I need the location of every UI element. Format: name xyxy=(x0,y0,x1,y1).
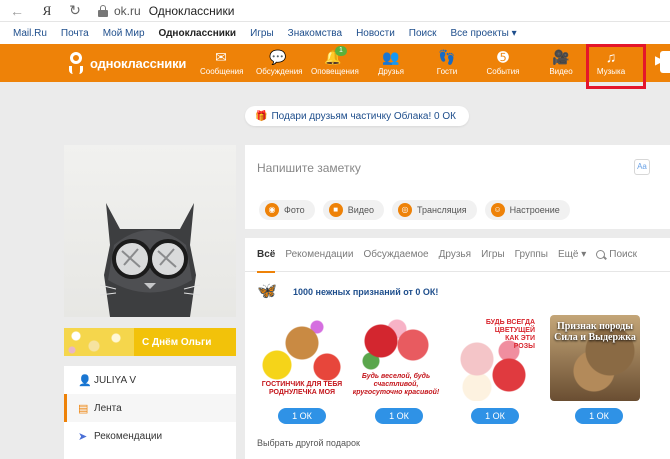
gift-card-flowers[interactable]: Будь веселой, будь счастливой, кругосуто… xyxy=(351,315,441,407)
feed-search[interactable]: Поиск xyxy=(596,249,637,260)
toolbar-video[interactable]: 🎥 Видео xyxy=(546,47,576,81)
gift-image: Будь веселой, будь счастливой, кругосуто… xyxy=(351,315,441,401)
photo-button[interactable]: ◉ Фото xyxy=(259,200,315,220)
camera-icon: ◉ xyxy=(265,203,279,217)
link-odnoklassniki[interactable]: Одноклассники xyxy=(159,28,237,39)
search-icon xyxy=(596,250,606,259)
tab-more[interactable]: Ещё ▾ xyxy=(558,249,586,260)
tab-recommendations[interactable]: Рекомендации xyxy=(285,238,353,272)
feed-card: Всё Рекомендации Обсуждаемое Друзья Игры… xyxy=(245,238,670,459)
gift-image: БУДЬ ВСЕГДА ЦВЕТУЩЕЙ КАК ЭТИ РОЗЫ xyxy=(447,315,537,401)
toolbar-notifications[interactable]: 🔔 1 Оповещения xyxy=(311,46,359,81)
link-mailru[interactable]: Mail.Ru xyxy=(13,28,47,39)
link-poisk[interactable]: Поиск xyxy=(409,28,437,39)
feed-icon: ▤ xyxy=(78,402,89,415)
reload-icon[interactable]: ↻ xyxy=(64,0,86,22)
toolbar-discussions[interactable]: 💬 Обсуждения xyxy=(256,47,303,81)
link-moy-mir[interactable]: Мой Мир xyxy=(103,28,145,39)
butterfly-icon: 🦋 xyxy=(257,283,277,300)
side-item-recommendations[interactable]: ➤ Рекомендации xyxy=(64,422,236,450)
profile-avatar[interactable] xyxy=(64,145,236,317)
page-title: Одноклассники xyxy=(148,3,235,18)
name-day-banner[interactable]: С Днём Ольги xyxy=(64,328,236,356)
notifications-badge: 1 xyxy=(335,46,347,56)
link-igry[interactable]: Игры xyxy=(250,28,274,39)
tab-groups[interactable]: Группы xyxy=(515,238,548,272)
friends-icon: 👥 xyxy=(382,49,400,65)
toolbar-friends[interactable]: 👥 Друзья xyxy=(376,47,406,81)
ok-logo[interactable]: одноклассники xyxy=(68,52,186,74)
note-input[interactable]: Напишите заметку xyxy=(257,161,361,175)
side-item-profile[interactable]: 👤 JULIYA V xyxy=(64,366,236,394)
choose-another-gift-link[interactable]: Выбрать другой подарок xyxy=(257,438,360,448)
tab-games[interactable]: Игры xyxy=(481,238,505,272)
link-novosti[interactable]: Новости xyxy=(356,28,395,39)
gifts-promo[interactable]: 🦋 1000 нежных признаний от 0 ОК! xyxy=(257,283,438,301)
gift-icon: 🎁 xyxy=(255,110,268,122)
toolbar-search-edge[interactable] xyxy=(660,51,670,73)
address-bar-url[interactable]: ok.ru xyxy=(114,4,141,18)
ok-logo-icon xyxy=(68,52,84,74)
profile-side-menu: 👤 JULIYA V ▤ Лента ➤ Рекомендации xyxy=(64,366,236,459)
tab-discussed[interactable]: Обсуждаемое xyxy=(363,238,428,272)
emoji-picker-icon[interactable]: Aa xyxy=(634,159,650,175)
flowers-decoration xyxy=(64,328,134,356)
tab-all[interactable]: Всё xyxy=(257,238,276,273)
buy-gift-button[interactable]: 1 ОК xyxy=(471,408,519,424)
back-arrow-icon[interactable]: ← xyxy=(6,0,28,22)
music-highlight-box xyxy=(586,44,646,89)
toolbar-guests[interactable]: 👣 Гости xyxy=(432,47,462,81)
video-button[interactable]: ■ Видео xyxy=(322,200,384,220)
buy-gift-button[interactable]: 1 ОК xyxy=(375,408,423,424)
gift-card-roses[interactable]: БУДЬ ВСЕГДА ЦВЕТУЩЕЙ КАК ЭТИ РОЗЫ xyxy=(447,315,537,407)
toolbar-messages[interactable]: ✉ Сообщения xyxy=(200,47,243,81)
mood-button[interactable]: ☺ Настроение xyxy=(484,200,570,220)
compass-icon: ➤ xyxy=(78,430,88,443)
link-pochta[interactable]: Почта xyxy=(61,28,89,39)
gift-image: Признак породы Сила и Выдержка xyxy=(550,315,640,401)
envelope-icon: ✉ xyxy=(215,49,227,65)
gift-card-lion[interactable]: Признак породы Сила и Выдержка xyxy=(550,315,640,407)
note-composer: Напишите заметку Aa ◉ Фото ■ Видео ◎ Тра… xyxy=(245,145,670,229)
broadcast-button[interactable]: ◎ Трансляция xyxy=(391,200,477,220)
ok-toolbar: одноклассники ✉ Сообщения 💬 Обсуждения 🔔… xyxy=(0,44,670,82)
ok-brand-name: одноклассники xyxy=(90,55,187,71)
buy-gift-button[interactable]: 1 ОК xyxy=(575,408,623,424)
link-all-projects[interactable]: Все проекты ▾ xyxy=(451,28,517,39)
footprints-icon: 👣 xyxy=(438,49,456,65)
feed-tabs: Всё Рекомендации Обсуждаемое Друзья Игры… xyxy=(245,238,670,273)
smile-icon: ☺ xyxy=(490,203,505,217)
broadcast-icon: ◎ xyxy=(397,203,412,217)
video-camera-icon: 🎥 xyxy=(552,49,570,65)
yandex-icon[interactable]: Я xyxy=(36,0,58,22)
note-actions: ◉ Фото ■ Видео ◎ Трансляция ☺ Настроение xyxy=(259,200,578,220)
gift-card-teddy[interactable]: ГОСТИНЧИК ДЛЯ ТЕБЯ РОДНУЛЕЧКА МОЯ xyxy=(257,315,347,407)
user-icon: 👤 xyxy=(78,374,92,387)
gift-image: ГОСТИНЧИК ДЛЯ ТЕБЯ РОДНУЛЕЧКА МОЯ xyxy=(257,315,347,401)
cat-with-glasses-image xyxy=(99,203,201,317)
gift-cloud-promo[interactable]: 🎁 Подари друзьям частичку Облака! 0 ОК xyxy=(245,106,469,126)
lock-icon xyxy=(98,4,108,17)
tab-friends[interactable]: Друзья xyxy=(439,238,471,272)
chat-bubbles-icon: 💬 xyxy=(269,49,287,65)
toolbar-events[interactable]: ➎ События xyxy=(486,47,520,81)
buy-gift-button[interactable]: 1 ОК xyxy=(278,408,326,424)
link-znakomstva[interactable]: Знакомства xyxy=(288,28,342,39)
video-icon: ■ xyxy=(328,203,343,217)
side-item-feed[interactable]: ▤ Лента xyxy=(64,394,236,422)
browser-bar: ← Я ↻ ok.ru Одноклассники xyxy=(0,0,670,22)
mailru-links-bar: Mail.Ru Почта Мой Мир Одноклассники Игры… xyxy=(0,22,670,44)
events-icon: ➎ xyxy=(497,49,509,65)
bell-icon: 🔔 xyxy=(324,49,342,65)
